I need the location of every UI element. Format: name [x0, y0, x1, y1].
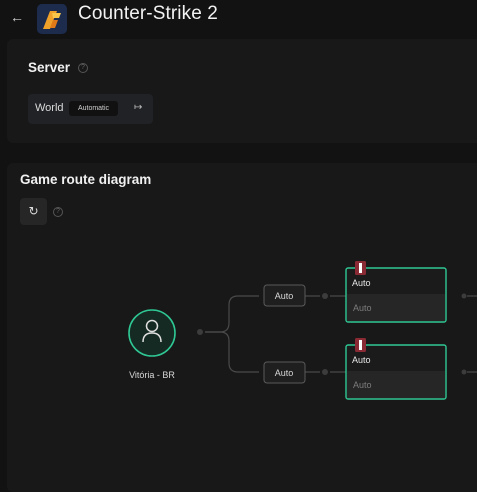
route-node-title: Auto: [352, 355, 371, 365]
server-panel: Server ? World Automatic ↦: [7, 39, 477, 143]
app-logo-icon: [37, 4, 67, 34]
connector-line: [205, 295, 259, 333]
server-selector[interactable]: World Automatic ↦: [28, 94, 153, 124]
connector-port: [461, 293, 467, 299]
route-node-value: Auto: [353, 303, 372, 313]
flag-icon-stripe: [359, 340, 362, 350]
server-mode-badge: Automatic: [69, 101, 118, 116]
route-node[interactable]: Auto Auto: [345, 261, 447, 323]
origin-label: Vitória - BR: [129, 370, 175, 380]
route-panel: Game route diagram ↻ ? Vitória - BR Auto…: [7, 163, 477, 492]
top-bar: ← Counter-Strike 2: [0, 0, 477, 36]
connector-port: [197, 329, 203, 335]
exit-arrow-icon[interactable]: ↦: [134, 102, 142, 113]
route-selector-label: Auto: [275, 291, 294, 301]
route-node-title: Auto: [352, 278, 371, 288]
server-section-title: Server: [28, 60, 71, 75]
connector-port: [322, 293, 328, 299]
route-selector-label: Auto: [275, 368, 294, 378]
connector-port: [461, 369, 467, 375]
question-circle-icon[interactable]: ?: [78, 63, 88, 73]
connector-port: [322, 369, 328, 375]
page-title: Counter-Strike 2: [78, 3, 218, 24]
flag-icon-stripe: [359, 263, 362, 273]
connector-line: [205, 331, 259, 373]
route-node[interactable]: Auto Auto: [345, 338, 447, 400]
server-region-label: World: [35, 102, 64, 114]
route-node-value: Auto: [353, 380, 372, 390]
route-diagram: Vitória - BR Auto Auto Auto Auto Auto Au…: [128, 261, 477, 400]
back-arrow-icon[interactable]: ←: [10, 8, 26, 26]
